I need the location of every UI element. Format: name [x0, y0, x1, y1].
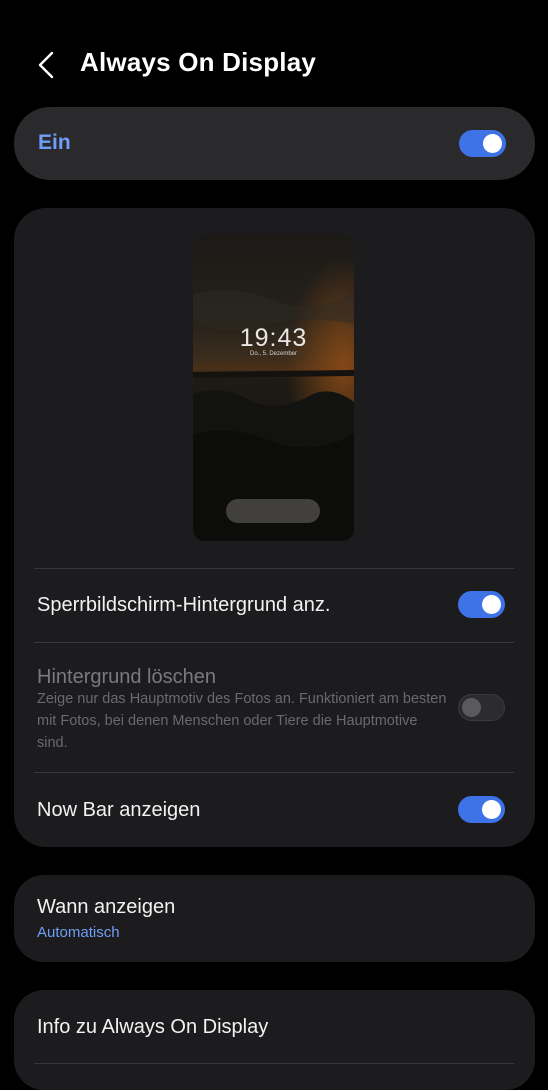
page-title: Always On Display — [80, 47, 317, 77]
now-bar-toggle[interactable] — [458, 796, 505, 823]
master-switch-label: Ein — [38, 131, 71, 154]
about-row[interactable]: Info zu Always On Display — [14, 990, 535, 1090]
setting-description-remove-background: Zeige nur das Hauptmotiv des Fotos an. F… — [37, 691, 447, 751]
divider — [34, 772, 514, 773]
when-to-show-value: Automatisch — [37, 924, 120, 941]
when-to-show-label: Wann anzeigen — [37, 896, 176, 918]
preview-date: Do., 5. Dezember — [249, 351, 298, 357]
preview-now-bar — [226, 499, 320, 523]
back-arrow-icon[interactable] — [30, 48, 64, 82]
master-switch-row[interactable]: Ein — [14, 107, 535, 180]
setting-label-remove-background: Hintergrund löschen — [37, 666, 216, 688]
master-toggle[interactable] — [459, 130, 506, 157]
divider — [34, 1063, 514, 1064]
preview-clock: 19:43 — [239, 324, 308, 352]
aod-preview[interactable]: 19:43 Do., 5. Dezember — [193, 234, 354, 541]
lockscreen-wallpaper-toggle[interactable] — [458, 591, 505, 618]
settings-card: 19:43 Do., 5. Dezember Sperrbildschirm-H… — [14, 208, 535, 847]
setting-label-lockscreen-wallpaper: Sperrbildschirm-Hintergrund anz. — [37, 594, 331, 616]
wallpaper-image — [193, 234, 354, 541]
setting-label-now-bar: Now Bar anzeigen — [37, 799, 201, 821]
divider — [34, 568, 514, 569]
when-to-show-row[interactable]: Wann anzeigen Automatisch — [14, 875, 535, 962]
divider — [34, 642, 514, 643]
about-label: Info zu Always On Display — [37, 1016, 269, 1038]
remove-background-toggle — [458, 694, 505, 721]
